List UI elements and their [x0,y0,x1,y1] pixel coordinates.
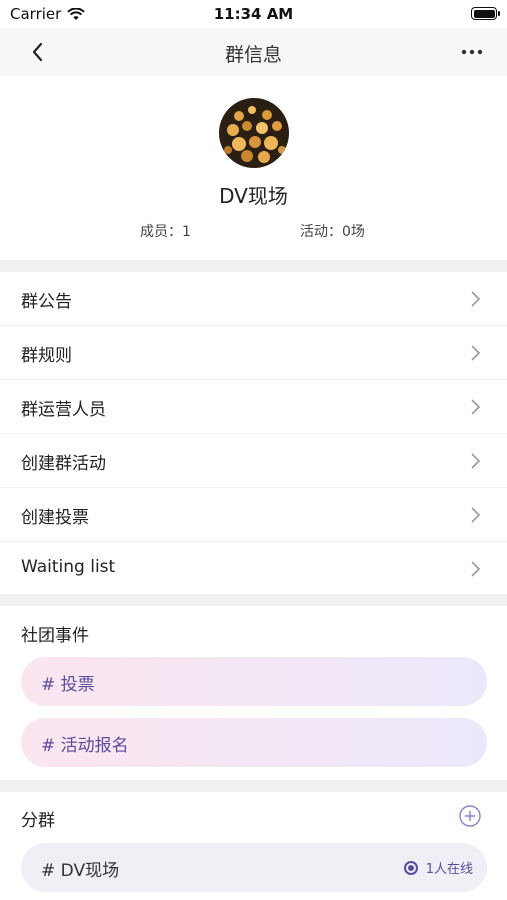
menu-item-label: 群运营人员 [21,400,106,420]
event-item-signup[interactable]: # 活动报名 [21,718,487,767]
menu-item-rules[interactable]: 群规则 [0,326,507,380]
menu-item-operators[interactable]: 群运营人员 [0,380,507,434]
nav-bar: 群信息 [0,28,507,76]
event-item-vote[interactable]: # 投票 [21,657,487,706]
subgroup-item[interactable]: # DV现场 1人在线 [21,843,487,892]
status-bar: Carrier 11:34 AM [0,0,507,28]
online-indicator-icon [403,860,418,875]
event-item-label: # 投票 [41,675,95,695]
section-divider [0,594,507,606]
menu-item-create-vote[interactable]: 创建投票 [0,488,507,542]
menu-item-label: 创建群活动 [21,454,106,474]
menu-item-waiting-list[interactable]: Waiting list [0,542,507,596]
chevron-right-icon [471,345,481,361]
events-section-title: 社团事件 [21,626,89,646]
chevron-right-icon [471,453,481,469]
add-subgroup-icon[interactable] [459,805,481,827]
menu-item-label: Waiting list [21,557,116,577]
subgroups-section-title: 分群 [21,811,55,831]
more-options-icon[interactable] [459,40,485,64]
member-count: 成员：1 [140,224,191,240]
menu-item-announcement[interactable]: 群公告 [0,272,507,326]
group-profile: DV现场 成员：1 活动：0场 [0,76,507,260]
section-divider [0,260,507,272]
activity-count: 活动：0场 [300,224,365,240]
chevron-right-icon [471,561,481,577]
group-name: DV现场 [219,184,288,208]
online-status: 1人在线 [403,858,473,877]
battery-icon [471,7,500,20]
group-avatar[interactable] [219,98,289,168]
menu-item-label: 群规则 [21,346,72,366]
menu-item-label: 创建投票 [21,508,89,528]
section-divider [0,780,507,792]
menu-item-create-activity[interactable]: 创建群活动 [0,434,507,488]
subgroup-label: # DV现场 [41,861,120,881]
chevron-right-icon [471,399,481,415]
chevron-right-icon [471,507,481,523]
clock: 11:34 AM [213,5,294,23]
event-item-label: # 活动报名 [41,736,129,756]
page-title: 群信息 [224,44,282,66]
online-count: 1人在线 [425,862,473,877]
menu-item-label: 群公告 [21,292,72,312]
chevron-right-icon [471,291,481,307]
